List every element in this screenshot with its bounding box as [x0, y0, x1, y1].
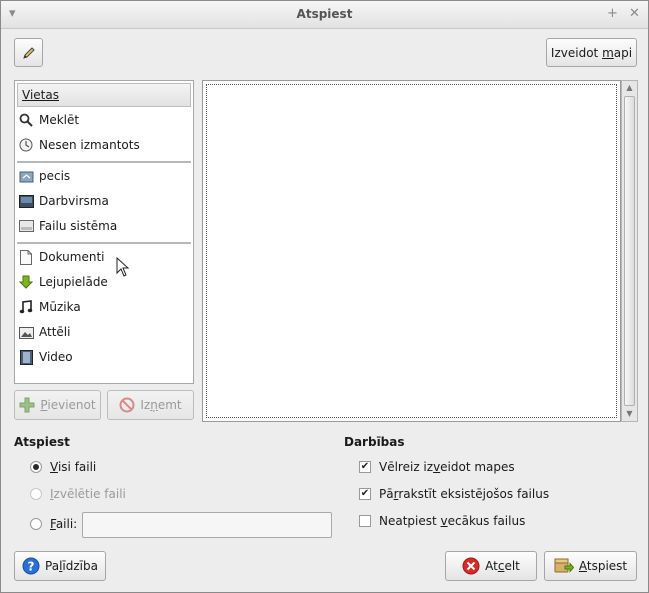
- extract-section-title: Atspiest: [14, 435, 70, 449]
- checkbox-skip-older-label: Neatpiest vecākus failus: [379, 514, 526, 528]
- radio-button[interactable]: [30, 461, 42, 473]
- sidebar-item-video[interactable]: Video: [18, 346, 73, 368]
- checkbox-recreate-folders-label: Vēlreiz izveidot mapes: [379, 460, 515, 474]
- create-folder-label: Izveidot mapi: [550, 45, 633, 60]
- create-folder-button[interactable]: Izveidot mapi: [546, 38, 637, 67]
- sidebar-item-downloads[interactable]: Lejupielāde: [18, 271, 108, 293]
- scroll-thumb[interactable]: [624, 96, 635, 406]
- mouse-pointer-icon: [116, 257, 130, 277]
- add-bookmark-button[interactable]: Pievienot: [14, 390, 101, 420]
- sidebar-item-pictures[interactable]: Attēli: [18, 321, 70, 343]
- extract-label: Atspiest: [578, 559, 628, 573]
- places-separator: [17, 161, 191, 163]
- places-header[interactable]: Vietas: [17, 83, 191, 107]
- file-list-focus: [206, 84, 617, 418]
- close-icon[interactable]: ✕: [629, 5, 640, 23]
- checkbox[interactable]: ✔: [359, 461, 371, 473]
- radio-files-pattern-label: Faili:: [50, 517, 78, 531]
- sidebar-item-label: Darbvirsma: [39, 194, 109, 208]
- remove-bookmark-button[interactable]: Izņemt: [107, 390, 194, 420]
- document-icon: [18, 249, 34, 265]
- title-bar: ▾ Atspiest + ✕: [1, 1, 648, 29]
- sidebar-item-recent[interactable]: Nesen izmantots: [18, 134, 140, 156]
- scroll-up-icon[interactable]: ▲: [622, 81, 637, 95]
- radio-selected-files[interactable]: Izvēlētie faili: [30, 487, 126, 501]
- radio-button[interactable]: [30, 488, 42, 500]
- help-icon: ?: [22, 557, 40, 575]
- desktop-icon: [18, 193, 34, 209]
- remove-bookmark-label: Izņemt: [140, 398, 182, 412]
- remove-icon: [119, 397, 135, 413]
- radio-selected-files-label: Izvēlētie faili: [50, 487, 126, 501]
- sidebar-item-label: Lejupielāde: [39, 275, 108, 289]
- cancel-label: Atcelt: [485, 559, 520, 573]
- drive-icon: [18, 218, 34, 234]
- checkbox-overwrite-files-label: Pārrakstīt eksistējošos failus: [379, 487, 550, 501]
- sidebar-item-label: Nesen izmantots: [39, 138, 140, 152]
- radio-button[interactable]: [30, 518, 42, 530]
- pictures-icon: [18, 324, 34, 340]
- sidebar-item-home[interactable]: pecis: [18, 165, 70, 187]
- sidebar-item-label: Meklēt: [39, 113, 80, 127]
- scroll-down-icon[interactable]: ▼: [622, 407, 637, 421]
- file-list[interactable]: [202, 80, 621, 422]
- sidebar-item-desktop[interactable]: Darbvirsma: [18, 190, 109, 212]
- cancel-icon: [462, 557, 480, 575]
- music-note-icon: [18, 299, 34, 315]
- places-separator: [17, 242, 191, 244]
- places-sidebar: Vietas Meklēt Nesen izmantots pecis Darb…: [14, 80, 194, 384]
- checkbox-recreate-folders[interactable]: ✔ Vēlreiz izveidot mapes: [359, 460, 515, 474]
- sidebar-item-label: Mūzika: [39, 300, 81, 314]
- radio-all-files[interactable]: Visi faili: [30, 460, 96, 474]
- film-icon: [18, 349, 34, 365]
- help-button[interactable]: ? Palīdzība: [14, 551, 106, 581]
- checkbox-overwrite-files[interactable]: ✔ Pārrakstīt eksistējošos failus: [359, 487, 549, 501]
- edit-location-button[interactable]: [14, 38, 43, 67]
- sidebar-item-music[interactable]: Mūzika: [18, 296, 81, 318]
- sidebar-item-filesystem[interactable]: Failu sistēma: [18, 215, 117, 237]
- sidebar-item-label: pecis: [39, 169, 71, 183]
- sidebar-item-label: Dokumenti: [39, 250, 105, 264]
- radio-all-files-label: Visi faili: [50, 460, 97, 474]
- pencil-icon: [22, 46, 35, 59]
- search-icon: [18, 112, 34, 128]
- help-label: Palīdzība: [45, 559, 98, 573]
- files-pattern-input[interactable]: [82, 512, 332, 538]
- sidebar-item-label: Video: [39, 350, 73, 364]
- sidebar-item-documents[interactable]: Dokumenti: [18, 246, 104, 268]
- recent-clock-icon: [18, 137, 34, 153]
- sidebar-item-label: Attēli: [39, 325, 71, 339]
- cancel-button[interactable]: Atcelt: [445, 551, 537, 581]
- checkbox[interactable]: ✔: [359, 488, 371, 500]
- places-header-label: Vietas: [22, 88, 59, 102]
- download-arrow-icon: [18, 274, 34, 290]
- extract-button[interactable]: Atspiest: [544, 551, 637, 581]
- window-title: Atspiest: [296, 7, 353, 21]
- checkbox[interactable]: [359, 515, 371, 527]
- checkbox-skip-older[interactable]: Neatpiest vecākus failus: [359, 514, 525, 528]
- extract-dialog: ▾ Atspiest + ✕ Izveidot mapi Vietas Mekl…: [0, 0, 649, 593]
- radio-files-pattern[interactable]: Faili:: [30, 517, 77, 531]
- sidebar-item-label: Failu sistēma: [39, 219, 118, 233]
- home-folder-icon: [18, 168, 34, 184]
- actions-section-title: Darbības: [344, 435, 405, 449]
- svg-text:?: ?: [28, 560, 35, 574]
- plus-icon: [19, 397, 35, 413]
- sidebar-item-search[interactable]: Meklēt: [18, 109, 79, 131]
- add-bookmark-label: Pievienot: [40, 398, 96, 412]
- file-list-scrollbar[interactable]: ▲ ▼: [621, 80, 638, 422]
- archive-extract-icon: [554, 558, 574, 573]
- maximize-icon[interactable]: +: [607, 5, 618, 23]
